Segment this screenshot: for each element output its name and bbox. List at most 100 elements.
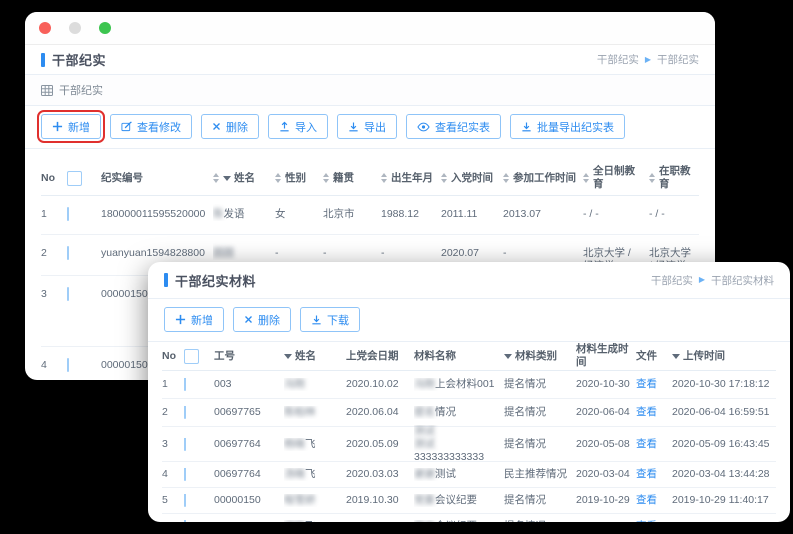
cell-text: 333333333333 xyxy=(414,451,484,463)
breadcrumb-item[interactable]: 干部纪实 xyxy=(597,52,639,67)
export-button[interactable]: 导出 xyxy=(337,114,397,139)
delete-button[interactable]: 删除 xyxy=(201,114,259,139)
view-record-table-button[interactable]: 查看纪实表 xyxy=(406,114,501,139)
row-checkbox[interactable] xyxy=(184,494,186,507)
close-icon xyxy=(244,315,253,324)
table-row: 1003冯刚2020.10.02冯刚上会材料001提名情况2020-10-30查… xyxy=(162,371,776,399)
cell-upload-time: 2020-05-09 16:43:45 xyxy=(672,438,776,451)
cell-party-join-time: 2011.11 xyxy=(441,196,503,221)
cell-select[interactable] xyxy=(184,520,214,523)
column-label: 全日制教育 xyxy=(593,165,643,191)
sort-carets-icon[interactable] xyxy=(275,173,281,183)
column-header-work-start-time[interactable]: 参加工作时间 xyxy=(503,172,583,185)
maximize-window-button[interactable] xyxy=(99,22,111,34)
redacted-text: 提名 xyxy=(414,406,435,418)
column-header-party-join-time[interactable]: 入党时间 xyxy=(441,172,503,185)
column-header-onjob-education[interactable]: 在职教育 xyxy=(649,165,699,191)
cell-record-id: yuanyuan1594828800 xyxy=(101,235,213,260)
screenshot-root: { "colors": { "accent": "#2d8cf0", "link… xyxy=(0,0,793,534)
button-label: 删除 xyxy=(226,119,248,135)
column-header-select[interactable] xyxy=(67,171,101,186)
cell-material-type: 提名情况 xyxy=(504,494,576,507)
sort-carets-icon[interactable] xyxy=(381,173,387,183)
cell-file[interactable]: 查看 xyxy=(636,406,672,419)
button-label: 批量导出纪实表 xyxy=(537,119,614,135)
view-edit-button[interactable]: 查看修改 xyxy=(110,114,192,139)
row-checkbox[interactable] xyxy=(67,207,69,221)
row-checkbox[interactable] xyxy=(184,406,186,419)
button-label: 导出 xyxy=(364,119,386,135)
view-file-link[interactable]: 查看 xyxy=(636,378,657,390)
cell-select[interactable] xyxy=(67,235,101,260)
cell-file[interactable]: 查看 xyxy=(636,378,672,391)
breadcrumb-item[interactable]: 干部纪实 xyxy=(651,273,693,288)
column-header-name[interactable]: 姓名 xyxy=(213,172,275,185)
import-button[interactable]: 导入 xyxy=(268,114,328,139)
delete-button[interactable]: 删除 xyxy=(233,307,291,332)
breadcrumb-item[interactable]: 干部纪实材料 xyxy=(711,273,774,288)
row-checkbox[interactable] xyxy=(67,358,69,372)
view-file-link[interactable]: 查看 xyxy=(636,468,657,480)
filter-icon[interactable] xyxy=(504,354,512,359)
row-checkbox[interactable] xyxy=(67,287,69,301)
cell-select[interactable] xyxy=(67,347,101,372)
sort-carets-icon[interactable] xyxy=(649,173,655,183)
row-checkbox[interactable] xyxy=(184,438,186,451)
column-label: 工号 xyxy=(214,350,235,363)
minimize-window-button[interactable] xyxy=(69,22,81,34)
filter-icon[interactable] xyxy=(223,176,231,181)
column-header-gender[interactable]: 性别 xyxy=(275,172,323,185)
column-header-birthplace[interactable]: 籍贯 xyxy=(323,172,381,185)
column-label: No xyxy=(41,172,55,185)
cell-file[interactable]: 查看 xyxy=(636,494,672,507)
row-checkbox[interactable] xyxy=(184,468,186,481)
view-file-link[interactable]: 查看 xyxy=(636,438,657,450)
table-row: 1180000011595520000陈发语女北京市1988.122011.11… xyxy=(41,196,699,235)
view-file-link[interactable]: 查看 xyxy=(636,494,657,506)
download-button[interactable]: 下载 xyxy=(300,307,360,332)
cell-select[interactable] xyxy=(67,196,101,221)
view-file-link[interactable]: 查看 xyxy=(636,520,657,523)
cell-select[interactable] xyxy=(184,378,214,391)
cell-select[interactable] xyxy=(184,406,214,419)
column-label: 参加工作时间 xyxy=(513,172,576,185)
cell-select[interactable] xyxy=(184,468,214,481)
column-header-material-type[interactable]: 材料类别 xyxy=(504,350,576,363)
cadre-record-material-table: No工号姓名上党会日期材料名称材料类别材料生成时间文件上传时间1003冯刚202… xyxy=(162,342,776,522)
select-all-checkbox[interactable] xyxy=(67,171,82,186)
cell-name: 陈发语 xyxy=(213,196,275,221)
cell-select[interactable] xyxy=(184,494,214,507)
cell-select[interactable] xyxy=(67,276,101,301)
sort-carets-icon[interactable] xyxy=(441,173,447,183)
cell-fulltime-education: - / - xyxy=(583,196,649,221)
breadcrumb-item[interactable]: 干部纪实 xyxy=(657,52,699,67)
filter-icon[interactable] xyxy=(672,354,680,359)
column-header-name[interactable]: 姓名 xyxy=(284,350,346,363)
row-checkbox[interactable] xyxy=(184,378,186,391)
spacer xyxy=(25,149,715,161)
cell-generated-time: 2020-10-30 xyxy=(576,378,636,391)
select-all-checkbox[interactable] xyxy=(184,349,199,364)
cell-file[interactable]: 查看 xyxy=(636,438,672,451)
close-window-button[interactable] xyxy=(39,22,51,34)
cell-file[interactable]: 查看 xyxy=(636,468,672,481)
column-header-select[interactable] xyxy=(184,349,214,364)
column-header-upload-time[interactable]: 上传时间 xyxy=(672,350,776,363)
add-button[interactable]: 新增 xyxy=(164,307,224,332)
sort-carets-icon[interactable] xyxy=(503,173,509,183)
column-header-birth-month[interactable]: 出生年月 xyxy=(381,172,441,185)
add-button[interactable]: 新增 xyxy=(41,114,101,139)
view-file-link[interactable]: 查看 xyxy=(636,406,657,418)
column-header-fulltime-education[interactable]: 全日制教育 xyxy=(583,165,649,191)
sort-carets-icon[interactable] xyxy=(213,173,219,183)
redacted-text: 测试 xyxy=(414,438,435,450)
batch-export-button[interactable]: 批量导出纪实表 xyxy=(510,114,625,139)
cell-material-name: 提名情况 xyxy=(414,406,504,419)
cell-file[interactable]: 查看 xyxy=(636,520,672,523)
sort-carets-icon[interactable] xyxy=(583,173,589,183)
cell-select[interactable] xyxy=(184,438,214,451)
row-checkbox[interactable] xyxy=(67,246,69,260)
row-checkbox[interactable] xyxy=(184,520,186,523)
filter-icon[interactable] xyxy=(284,354,292,359)
sort-carets-icon[interactable] xyxy=(323,173,329,183)
